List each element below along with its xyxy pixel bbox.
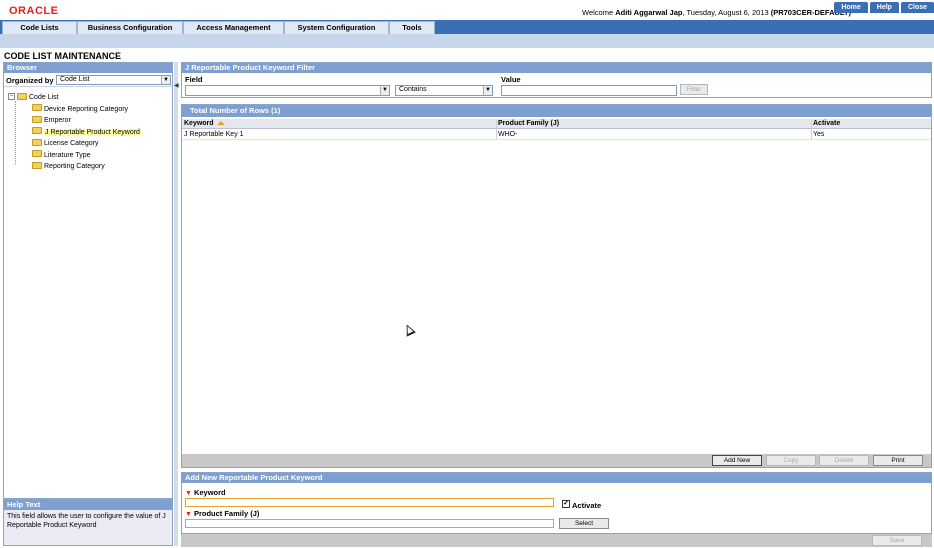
welcome-text: Welcome Aditi Aggarwal Jap, Tuesday, Aug… (582, 8, 851, 17)
filter-panel: J Reportable Product Keyword Filter Fiel… (181, 62, 932, 98)
organized-by-select[interactable]: Code List ▼ (56, 75, 171, 85)
results-panel: Total Number of Rows (1) Keyword Product… (181, 104, 932, 468)
menu-code-lists[interactable]: Code Lists (2, 21, 77, 34)
folder-icon (32, 161, 42, 169)
column-header-keyword[interactable]: Keyword (184, 119, 225, 129)
tree-root[interactable]: − Code List (8, 92, 59, 103)
product-family-label-text: Product Family (J) (193, 509, 260, 518)
keyword-label-text: Keyword (193, 488, 226, 497)
tree-item-label: Literature Type (44, 151, 91, 159)
tree-item-label: Emperor (44, 117, 71, 124)
folder-icon (32, 115, 42, 123)
panel-splitter[interactable]: ◀ (174, 62, 179, 546)
filter-button[interactable]: Filter (680, 84, 708, 95)
menu-business-configuration[interactable]: Business Configuration (77, 21, 183, 34)
main-menu-bar: Code Lists Business Configuration Access… (0, 20, 934, 34)
cell-keyword: J Reportable Key 1 (184, 131, 244, 138)
save-button[interactable]: Save (872, 535, 922, 546)
tree-connector (15, 101, 16, 165)
menu-tools[interactable]: Tools (389, 21, 435, 34)
date-text: , Tuesday, August 6, 2013 (682, 8, 771, 17)
tree-item-label: License Category (44, 140, 99, 147)
chevron-down-icon[interactable]: ▼ (483, 86, 492, 95)
table-header: Keyword Product Family (J) Activate (182, 119, 931, 129)
chevron-down-icon[interactable]: ▼ (161, 76, 170, 84)
header-buttons: Home Help Close (834, 2, 934, 13)
help-button[interactable]: Help (869, 2, 899, 13)
user-name: Aditi Aggarwal Jap (615, 8, 683, 17)
close-button[interactable]: Close (900, 2, 934, 13)
sort-ascending-icon (216, 121, 225, 126)
tree-item-device-reporting-category[interactable]: Device Reporting Category (32, 104, 129, 115)
column-header-label: Keyword (184, 120, 214, 127)
tree-item-emperor[interactable]: Emperor (32, 115, 71, 126)
activate-label: Activate (572, 501, 602, 510)
column-header-product-family[interactable]: Product Family (J) (498, 119, 559, 129)
field-label: Field (185, 75, 203, 84)
home-button[interactable]: Home (834, 2, 868, 13)
oracle-logo: ORACLE (9, 5, 59, 17)
top-header: ORACLE Welcome Aditi Aggarwal Jap, Tuesd… (0, 0, 934, 20)
help-title: Help Text (4, 500, 172, 510)
tree-item-literature-type[interactable]: Literature Type (32, 150, 91, 161)
folder-icon (32, 104, 42, 112)
folder-icon (32, 138, 42, 146)
organized-by-label: Organized by (6, 76, 54, 85)
column-header-activate[interactable]: Activate (813, 119, 840, 129)
menu-access-management[interactable]: Access Management (183, 21, 284, 34)
filter-title: J Reportable Product Keyword Filter (182, 63, 931, 73)
help-text-panel: Help Text This field allows the user to … (3, 499, 173, 546)
page-title: CODE LIST MAINTENANCE (4, 51, 121, 61)
tree-item-j-reportable-product-keyword[interactable]: J Reportable Product Keyword (32, 127, 141, 138)
activate-checkbox[interactable]: ✓ (562, 500, 570, 508)
tree-item-label: Device Reporting Category (44, 105, 129, 113)
folder-icon (32, 150, 42, 158)
browser-title: Browser (4, 63, 172, 73)
tree-root-label: Code List (29, 94, 59, 101)
collapse-icon[interactable]: − (8, 92, 15, 100)
select-button[interactable]: Select (559, 518, 609, 529)
required-icon: ▼ (185, 490, 192, 497)
tree-item-license-category[interactable]: License Category (32, 138, 99, 149)
cell-activate: Yes (813, 131, 825, 138)
product-family-label: ▼ Product Family (J) (185, 509, 259, 518)
menu-system-configuration[interactable]: System Configuration (284, 21, 389, 34)
table-row[interactable]: J Reportable Key 1 WHO- Yes (182, 130, 931, 140)
collapse-left-icon[interactable]: ◀ (174, 82, 179, 89)
product-family-input[interactable] (185, 519, 554, 528)
operator-value: Contains (399, 86, 427, 93)
operator-select[interactable]: Contains ▼ (395, 85, 493, 96)
add-new-title: Add New Reportable Product Keyword (182, 473, 931, 483)
cell-product-family: WHO- (498, 131, 518, 138)
organized-by-value: Code List (60, 76, 90, 83)
tree-item-label-selected: J Reportable Product Keyword (44, 128, 141, 136)
value-input[interactable] (501, 85, 677, 96)
save-toolbar: Save (181, 534, 932, 547)
required-icon: ▼ (185, 511, 192, 518)
help-text: This field allows the user to configure … (7, 513, 166, 529)
folder-open-icon (32, 127, 42, 135)
folder-open-icon (17, 92, 27, 100)
field-select[interactable]: ▼ (185, 85, 390, 96)
organized-by-row: Organized by Code List ▼ (4, 73, 172, 87)
tree-item-label: Reporting Category (44, 163, 105, 170)
print-button[interactable]: Print (873, 455, 923, 466)
keyword-input[interactable] (185, 498, 554, 507)
keyword-label: ▼ Keyword (185, 488, 226, 497)
sub-menu-bar (0, 34, 934, 48)
chevron-down-icon[interactable]: ▼ (380, 86, 389, 95)
add-new-panel: Add New Reportable Product Keyword ▼ Keyw… (181, 472, 932, 534)
welcome-prefix: Welcome (582, 8, 616, 17)
results-title: Total Number of Rows (1) (182, 105, 931, 117)
results-toolbar: Add New Copy Delete Print (182, 454, 931, 467)
tree-item-reporting-category[interactable]: Reporting Category (32, 161, 105, 172)
add-new-button[interactable]: Add New (712, 455, 762, 466)
copy-button[interactable]: Copy (766, 455, 816, 466)
browser-panel: Browser Organized by Code List ▼ − Code L… (3, 62, 173, 499)
delete-button[interactable]: Delete (819, 455, 869, 466)
value-label: Value (501, 75, 521, 84)
